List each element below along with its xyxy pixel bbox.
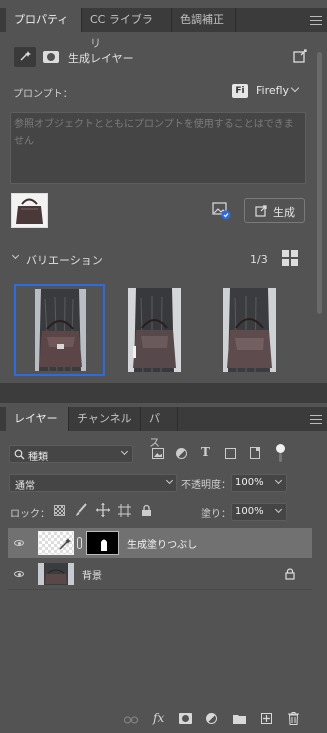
layers-list-divider [8,589,312,590]
fill-input[interactable]: 100% [231,503,287,521]
generate-button-label: 生成 [273,206,295,219]
folder-icon[interactable] [233,714,246,724]
layers-footer: fx [0,707,327,733]
variation-thumbnail-2[interactable] [128,288,181,372]
panel-divider [0,383,327,403]
tab-cc-libraries[interactable]: CC ライブラリ [82,8,172,50]
chevron-down-icon [165,476,174,485]
layers-panel-menu-icon[interactable] [310,415,322,424]
fx-icon[interactable]: fx [153,711,164,725]
layer-row-background[interactable]: 背景 [8,559,312,589]
filter-pixel-icon[interactable] [152,448,164,459]
variation-counter: 1/3 [250,253,268,266]
panel-menu-icon[interactable] [310,16,322,25]
lock-transparent-pixels-icon[interactable] [54,505,65,516]
properties-panel: プロパティ CC ライブラリ 色調補正 生成レイヤー プロンプト： Fi Fir… [0,0,327,383]
lock-all-icon[interactable] [141,504,152,517]
layers-panel: レイヤー チャンネル パス 種類 T 通常 不透明度： 100% ロック： 塗り… [0,403,327,733]
filter-shape-icon[interactable] [225,448,236,459]
layer-filter-select[interactable]: 種類 [9,445,133,463]
chevron-down-icon[interactable] [274,476,283,485]
filter-type-icon[interactable]: T [201,445,210,459]
mask-icon [43,51,59,63]
visibility-eye-icon[interactable] [14,540,24,546]
layers-tab-bar: レイヤー チャンネル パス [0,407,327,449]
tab-channels[interactable]: チャンネル [69,407,141,431]
trash-icon[interactable] [288,712,299,725]
lock-artboard-icon[interactable] [118,504,131,517]
grid-view-icon[interactable] [282,250,298,266]
layer-name[interactable]: 背景 [82,567,102,582]
layers-list: 生成塗りつぶし 背景 [0,527,327,713]
reference-image-thumbnail[interactable] [11,193,48,228]
blend-mode-select[interactable]: 通常 [9,474,177,492]
properties-tab-bar: プロパティ CC ライブラリ 色調補正 [0,8,327,50]
variation-thumbnail-1[interactable] [14,284,105,376]
layer-filter-label: 種類 [28,452,48,463]
opacity-value: 100% [235,477,264,488]
filter-smart-object-icon[interactable] [250,447,260,459]
model-badge: Fi [232,84,248,98]
opacity-label: 不透明度： [181,480,231,491]
tab-paths[interactable]: パス [141,407,178,449]
variation-thumbnail-3[interactable] [223,288,276,372]
adjustment-icon[interactable] [206,713,217,724]
layer-thumbnail [38,531,74,555]
new-layer-icon[interactable] [261,713,272,724]
layer-thumbnail [38,563,74,585]
tab-layers[interactable]: レイヤー [6,407,69,431]
layer-type-label: 生成レイヤー [68,52,134,65]
mask-icon[interactable] [179,713,192,724]
generate-button[interactable]: 生成 [244,198,305,223]
variations-label: バリエーション [26,254,103,267]
opacity-input[interactable]: 100% [231,474,287,492]
model-select[interactable]: Firefly [256,84,289,97]
variations-collapse-chevron-icon[interactable] [11,251,20,260]
prompt-label: プロンプト： [13,89,73,100]
layer-row-generative-fill[interactable]: 生成塗りつぶし [8,528,312,558]
generative-options-icon[interactable] [293,48,309,64]
fill-value: 100% [235,506,264,517]
lock-label: ロック： [10,509,50,520]
visibility-eye-icon[interactable] [14,571,24,577]
generative-layer-icon [14,47,36,67]
reference-image-settings-icon[interactable] [212,202,232,220]
mask-link-icon[interactable] [77,537,82,549]
blend-mode-value: 通常 [15,481,35,492]
prompt-placeholder: 参照オブジェクトとともにプロンプトを使用することはできません [14,119,294,147]
prompt-textarea[interactable]: 参照オブジェクトとともにプロンプトを使用することはできません [10,112,306,184]
chevron-down-icon [120,447,129,456]
layer-lock-icon [285,568,295,580]
lock-position-icon[interactable] [96,503,110,517]
chevron-down-icon[interactable] [274,505,283,514]
generate-icon [255,205,267,217]
layer-mask-thumbnail[interactable] [86,531,119,555]
search-icon [14,449,25,460]
link-icon[interactable] [124,714,138,724]
layer-name[interactable]: 生成塗りつぶし [127,536,197,551]
chevron-down-icon[interactable] [290,83,300,93]
properties-scrollbar[interactable] [317,52,322,314]
fill-label: 塗り： [201,509,231,520]
lock-image-pixels-icon[interactable] [74,503,88,517]
tab-adjustments[interactable]: 色調補正 [172,8,236,32]
filter-adjustment-icon[interactable] [176,448,187,459]
tab-properties[interactable]: プロパティ [6,8,82,32]
filter-toggle-switch[interactable] [276,444,285,462]
